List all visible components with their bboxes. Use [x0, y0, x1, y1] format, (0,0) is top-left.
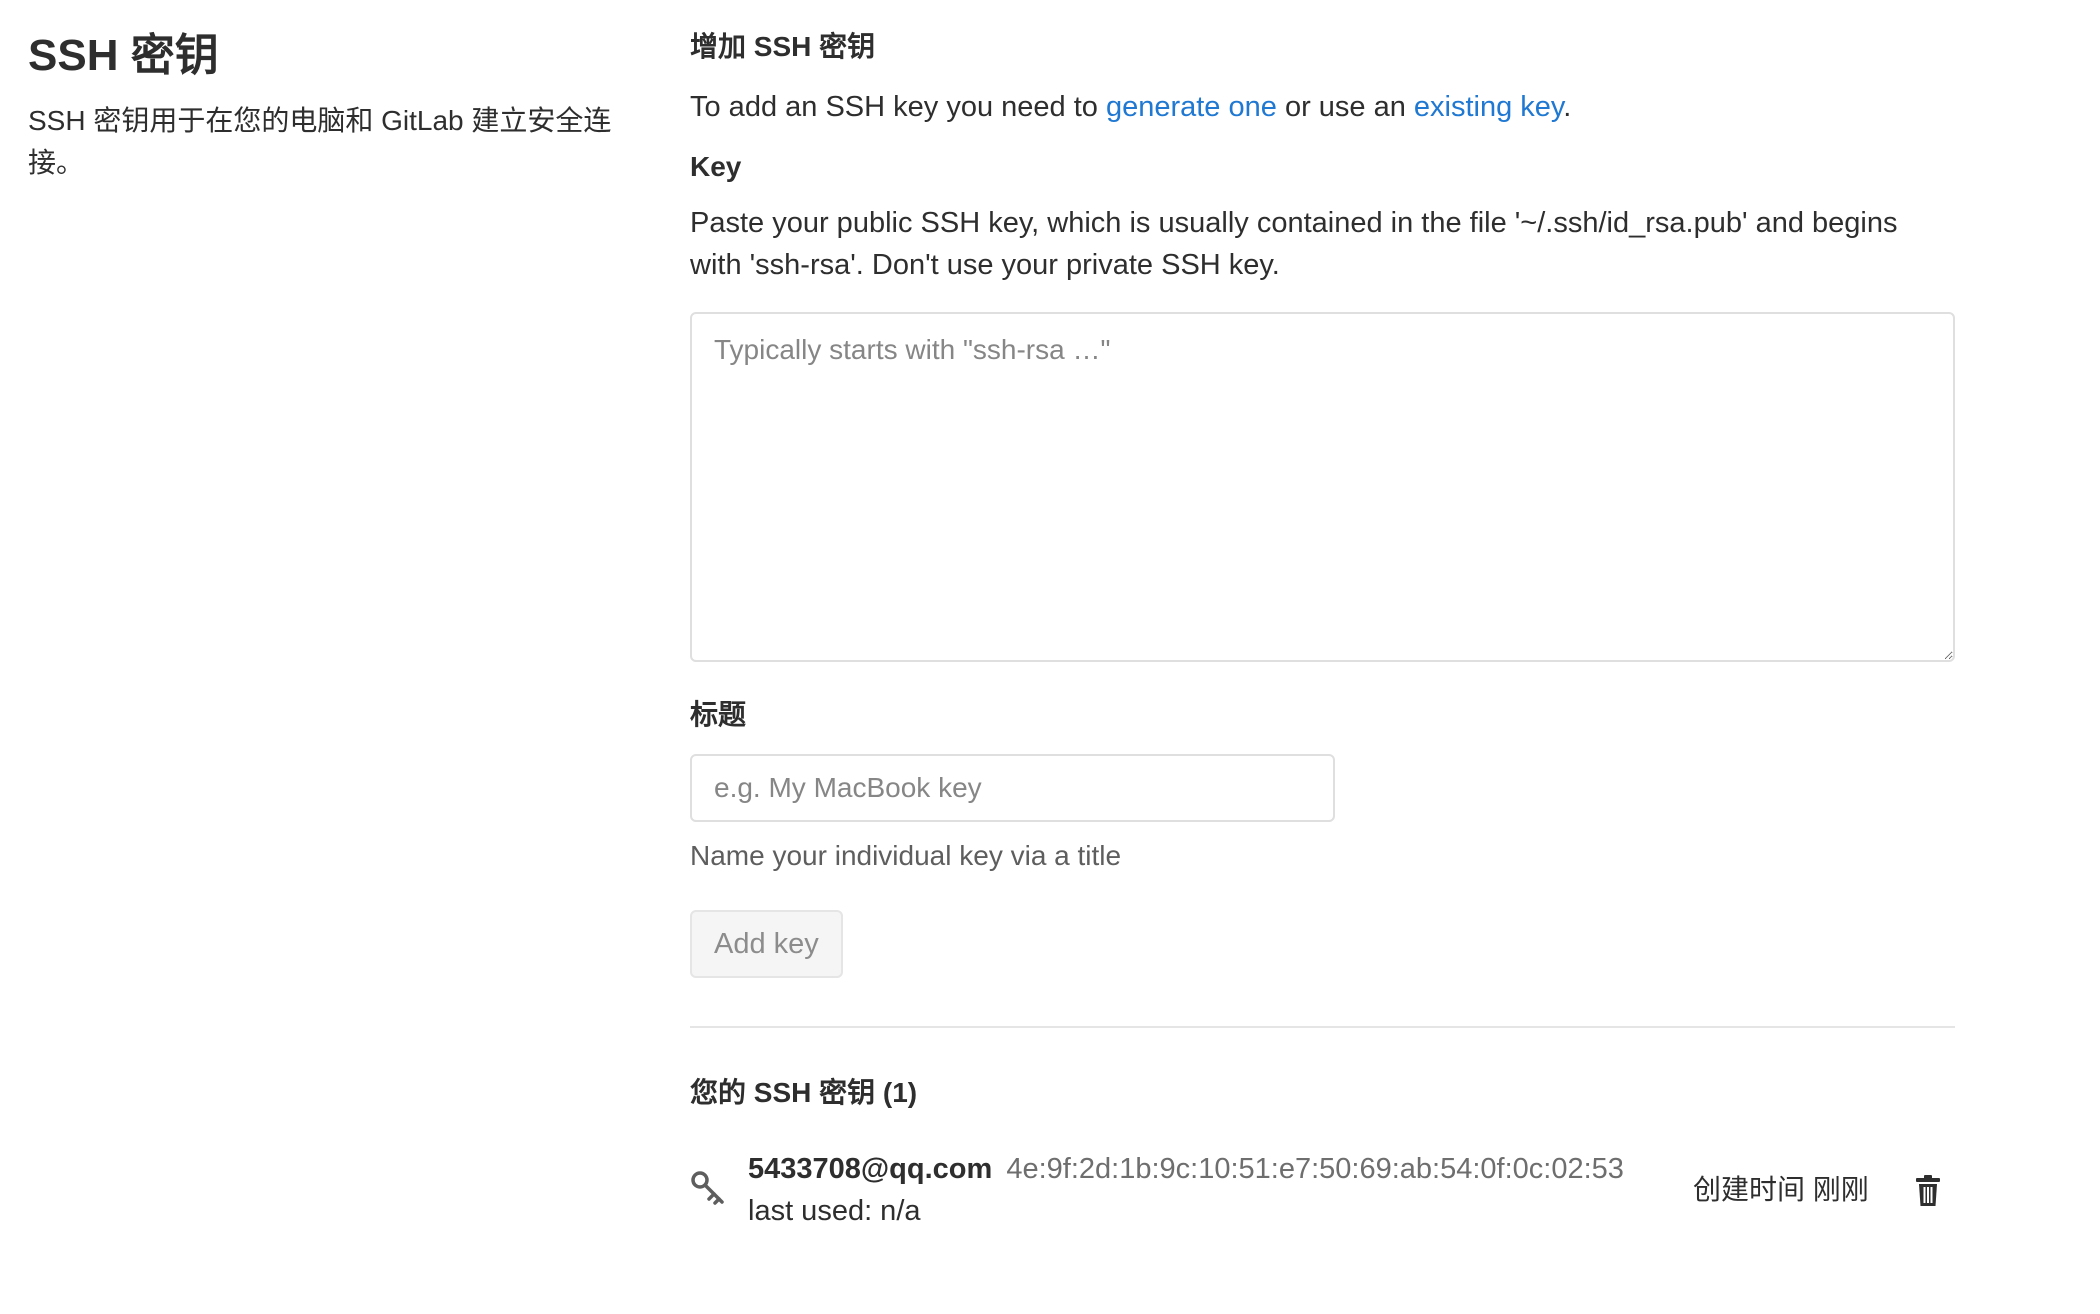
key-label: Key	[690, 151, 742, 182]
add-key-heading: 增加 SSH 密钥	[690, 31, 876, 62]
intro-text-1: To add an SSH key you need to	[690, 91, 1106, 123]
trash-icon	[1916, 1175, 1940, 1206]
intro-text-3: .	[1563, 91, 1572, 123]
add-key-form: 增加 SSH 密钥 To add an SSH key you need to …	[690, 28, 1955, 1238]
key-textarea[interactable]	[690, 312, 1955, 662]
title-input[interactable]	[690, 754, 1335, 822]
delete-key-button[interactable]	[1912, 1174, 1944, 1208]
ssh-key-row[interactable]: 5433708@qq.com 4e:9f:2d:1b:9c:10:51:e7:5…	[690, 1148, 1955, 1238]
ssh-key-info: 5433708@qq.com 4e:9f:2d:1b:9c:10:51:e7:5…	[748, 1148, 1624, 1232]
title-label: 标题	[690, 699, 747, 730]
ssh-key-created: 创建时间 刚刚	[1693, 1174, 1869, 1205]
ssh-key-header: 5433708@qq.com 4e:9f:2d:1b:9c:10:51:e7:5…	[748, 1148, 1624, 1190]
section-divider	[690, 1026, 1955, 1028]
add-key-button[interactable]: Add key	[690, 910, 843, 978]
sidebar-description: SSH 密钥 SSH 密钥用于在您的电脑和 GitLab 建立安全连接。	[28, 30, 628, 184]
generate-one-link[interactable]: generate one	[1106, 91, 1277, 123]
existing-key-link[interactable]: existing key	[1414, 91, 1563, 123]
page-title: SSH 密钥	[28, 31, 219, 80]
intro-text-2: or use an	[1276, 91, 1414, 123]
ssh-key-title[interactable]: 5433708@qq.com	[748, 1153, 992, 1185]
ssh-keys-page: SSH 密钥 SSH 密钥用于在您的电脑和 GitLab 建立安全连接。 增加 …	[0, 0, 2100, 1314]
add-key-intro: To add an SSH key you need to generate o…	[690, 86, 1955, 128]
key-help-text: Paste your public SSH key, which is usua…	[690, 207, 1898, 281]
ssh-key-fingerprint: 4e:9f:2d:1b:9c:10:51:e7:50:69:ab:54:0f:0…	[1006, 1153, 1624, 1185]
page-description: SSH 密钥用于在您的电脑和 GitLab 建立安全连接。	[28, 105, 612, 178]
your-keys-heading: 您的 SSH 密钥 (1)	[690, 1077, 918, 1108]
title-help-text: Name your individual key via a title	[690, 840, 1122, 871]
ssh-key-last-used: last used: n/a	[748, 1195, 921, 1227]
key-icon	[691, 1171, 724, 1205]
